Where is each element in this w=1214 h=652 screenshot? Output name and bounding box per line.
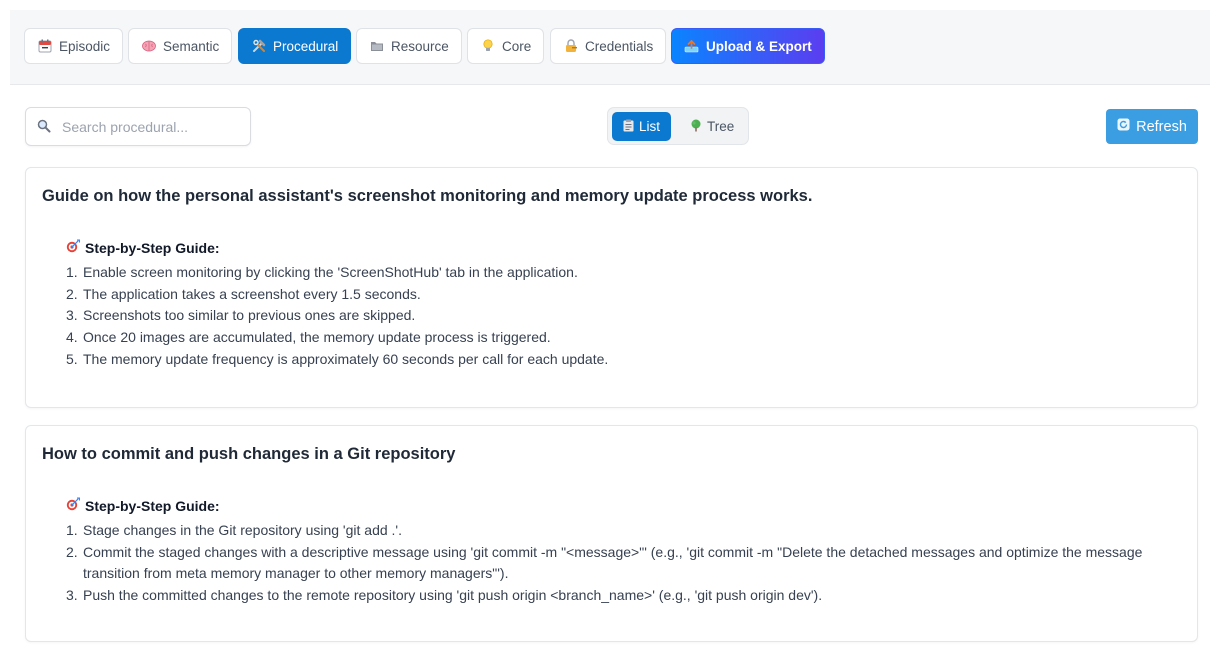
tab-label: Episodic [59,38,111,54]
lock-icon [563,39,578,53]
tab-label: Semantic [163,38,220,54]
guide-heading: Step-by-Step Guide: [66,497,220,514]
target-icon [66,497,81,514]
refresh-icon [1117,118,1130,135]
tab-label: Credentials [585,38,654,54]
tools-icon [251,39,266,53]
list-view-label: List [639,119,661,134]
step-text: Once 20 images are accumulated, the memo… [83,329,551,346]
tab-procedural[interactable]: Procedural [238,28,352,64]
guide-heading: Step-by-Step Guide: [66,239,220,256]
step-number: 3. [66,307,78,324]
folder-icon [369,39,384,53]
list-view-button[interactable]: List [612,112,672,141]
step-list: 1. Enable screen monitoring by clicking t… [66,262,1176,371]
card-title: How to commit and push changes in a Git … [42,445,456,463]
card-title: Guide on how the personal assistant's sc… [42,187,813,205]
upload-tray-icon [684,39,699,53]
step-number: 2. [66,543,78,560]
tab-credentials[interactable]: Credentials [550,28,667,64]
step-list: 1. Stage changes in the Git repository us… [66,520,1176,607]
step-item: 3. Push the committed changes to the remo… [66,585,1176,607]
step-item: 5. The memory update frequency is approxi… [66,349,1176,371]
guide-heading-text: Step-by-Step Guide: [85,239,220,256]
step-item: 2. The application takes a screenshot eve… [66,284,1176,306]
view-toggle: List Tree [607,107,749,145]
step-item: 3. Screenshots too similar to previous on… [66,305,1176,327]
tab-label: Resource [391,38,449,54]
step-item: 1. Enable screen monitoring by clicking t… [66,262,1176,284]
step-number: 3. [66,587,78,604]
magnifier-icon [37,119,51,133]
tab-label: Core [502,38,532,54]
step-text: Push the committed changes to the remote… [83,587,823,604]
tab-semantic[interactable]: Semantic [128,28,233,64]
step-text: The application takes a screenshot every… [83,285,421,302]
clipboard-icon [623,119,634,135]
search-input[interactable] [62,116,242,138]
tab-label: Upload & Export [706,38,812,54]
step-item: 4. Once 20 images are accumulated, the me… [66,327,1176,349]
step-text: Enable screen monitoring by clicking the… [83,264,578,280]
step-number: 1. [66,264,78,280]
step-number: 1. [66,522,78,538]
tab-upload-export[interactable]: Upload & Export [671,28,825,64]
brain-icon [141,39,156,53]
procedure-card: Guide on how the personal assistant's sc… [25,167,1198,408]
tab-core[interactable]: Core [467,28,545,64]
tree-view-label: Tree [707,119,735,134]
lightbulb-icon [480,39,495,53]
tree-view-button[interactable]: Tree [679,112,745,141]
search-box[interactable] [25,107,251,146]
step-text: Stage changes in the Git repository usin… [83,522,402,538]
refresh-label: Refresh [1136,118,1187,135]
tab-label: Procedural [273,38,339,54]
tab-episodic[interactable]: Episodic [24,28,124,64]
step-number: 4. [66,329,78,346]
refresh-button[interactable]: Refresh [1106,109,1198,144]
memory-type-tabbar: Episodic Semantic Procedural Resource Co… [10,10,1210,85]
guide-heading-text: Step-by-Step Guide: [85,497,220,514]
step-text: Screenshots too similar to previous ones… [83,307,416,324]
target-icon [66,239,81,256]
step-item: 2. Commit the staged changes with a descr… [66,542,1176,585]
tree-icon [690,119,702,135]
step-number: 5. [66,350,78,367]
step-text: Commit the staged changes with a descrip… [83,543,1143,582]
step-item: 1. Stage changes in the Git repository us… [66,520,1176,542]
procedure-card: How to commit and push changes in a Git … [25,425,1198,642]
tab-resource[interactable]: Resource [356,28,462,64]
step-text: The memory update frequency is approxima… [83,350,609,367]
step-number: 2. [66,285,78,302]
calendar-icon [37,39,52,53]
